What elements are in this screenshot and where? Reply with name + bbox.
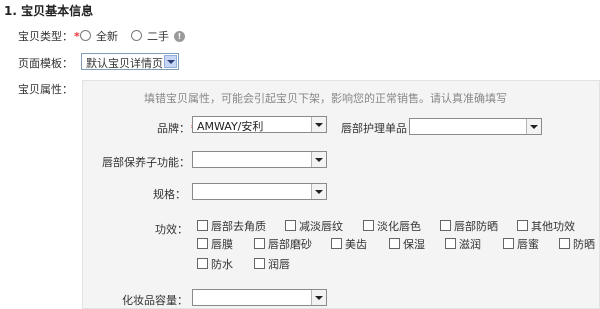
lip-care-label: 唇部护理单品 bbox=[341, 122, 407, 135]
efficacy-checkbox[interactable] bbox=[445, 238, 456, 249]
spec-label: 规格： bbox=[153, 188, 186, 201]
efficacy-checkbox[interactable] bbox=[440, 220, 451, 231]
chevron-down-icon[interactable] bbox=[311, 290, 326, 305]
brand-select[interactable]: AMWAY/安利 bbox=[192, 116, 327, 133]
efficacy-checkbox[interactable] bbox=[254, 238, 265, 249]
efficacy-option-label[interactable]: 减淡唇纹 bbox=[299, 218, 343, 234]
page-template-value: 默认宝贝详情页 bbox=[86, 57, 163, 70]
efficacy-checkbox[interactable] bbox=[389, 238, 400, 249]
efficacy-checkbox[interactable] bbox=[254, 258, 265, 269]
brand-label: 品牌：* bbox=[157, 120, 197, 136]
efficacy-option-label[interactable]: 唇膜 bbox=[211, 236, 233, 252]
section-title: 1. 宝贝基本信息 bbox=[4, 4, 94, 18]
item-type-label-text: 宝贝类型： bbox=[18, 30, 73, 43]
efficacy-option-label[interactable]: 保湿 bbox=[403, 236, 425, 252]
efficacy-checkbox[interactable] bbox=[363, 220, 374, 231]
efficacy-label: 功效： bbox=[155, 223, 188, 236]
item-type-used-radio[interactable] bbox=[131, 30, 142, 41]
efficacy-checkbox[interactable] bbox=[197, 258, 208, 269]
capacity-select[interactable] bbox=[192, 289, 327, 306]
efficacy-option-label[interactable]: 其他功效 bbox=[531, 218, 575, 234]
item-type-label: 宝贝类型：* bbox=[18, 28, 80, 44]
efficacy-option-label[interactable]: 滋润 bbox=[459, 236, 481, 252]
efficacy-checkbox[interactable] bbox=[197, 220, 208, 231]
lip-care-select[interactable] bbox=[409, 118, 542, 135]
efficacy-option-label[interactable]: 唇蜜 bbox=[517, 236, 539, 252]
efficacy-checkbox[interactable] bbox=[197, 238, 208, 249]
chevron-down-icon[interactable] bbox=[311, 184, 326, 199]
info-icon[interactable]: ! bbox=[174, 31, 185, 42]
efficacy-checkbox[interactable] bbox=[559, 238, 570, 249]
item-type-used-label[interactable]: 二手 bbox=[147, 28, 169, 44]
lip-function-select[interactable] bbox=[192, 151, 327, 168]
item-type-new-radio[interactable] bbox=[80, 30, 91, 41]
efficacy-option-label[interactable]: 唇部磨砂 bbox=[268, 236, 312, 252]
efficacy-checkbox[interactable] bbox=[517, 220, 528, 231]
brand-value: AMWAY/安利 bbox=[197, 120, 264, 133]
efficacy-option-label[interactable]: 唇部去角质 bbox=[211, 218, 266, 234]
attributes-panel: 填错宝贝属性，可能会引起宝贝下架，影响您的正常销售。请认真准确填写 品牌：* A… bbox=[82, 80, 600, 309]
chevron-down-icon[interactable] bbox=[526, 119, 541, 134]
attributes-label: 宝贝属性： bbox=[18, 83, 73, 96]
efficacy-option-label[interactable]: 防水 bbox=[211, 256, 233, 272]
efficacy-option-label[interactable]: 润唇 bbox=[268, 256, 290, 272]
efficacy-option-label[interactable]: 美齿 bbox=[345, 236, 367, 252]
efficacy-checkbox[interactable] bbox=[503, 238, 514, 249]
efficacy-option-label[interactable]: 唇部防晒 bbox=[454, 218, 498, 234]
page-template-select[interactable]: 默认宝贝详情页 bbox=[81, 53, 179, 70]
spec-select[interactable] bbox=[192, 183, 327, 200]
brand-label-text: 品牌： bbox=[157, 122, 190, 135]
chevron-down-icon[interactable] bbox=[311, 152, 326, 167]
capacity-label: 化妆品容量： bbox=[122, 294, 188, 307]
efficacy-option-label[interactable]: 防晒 bbox=[573, 236, 595, 252]
chevron-down-icon[interactable] bbox=[164, 55, 177, 68]
efficacy-checkbox[interactable] bbox=[331, 238, 342, 249]
required-mark: * bbox=[74, 30, 80, 43]
attributes-hint: 填错宝贝属性，可能会引起宝贝下架，影响您的正常销售。请认真准确填写 bbox=[144, 92, 507, 105]
item-type-new-label[interactable]: 全新 bbox=[96, 28, 118, 44]
chevron-down-icon[interactable] bbox=[311, 117, 326, 132]
page-template-label: 页面模板： bbox=[18, 57, 73, 70]
lip-function-label: 唇部保养子功能： bbox=[102, 156, 190, 169]
efficacy-option-label[interactable]: 淡化唇色 bbox=[377, 218, 421, 234]
efficacy-checkbox[interactable] bbox=[285, 220, 296, 231]
